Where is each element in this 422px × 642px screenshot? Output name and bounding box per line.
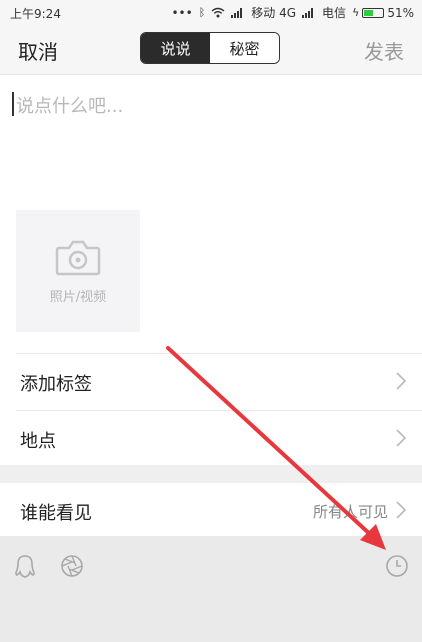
location-label: 地点 — [20, 431, 56, 452]
carrier-1-label: 移动 4G — [251, 6, 297, 20]
aperture-icon[interactable] — [60, 554, 84, 578]
status-icons: ••• ᛒ 移动 4G 电信 ϟ 51% — [171, 4, 414, 21]
camera-icon — [55, 240, 101, 275]
qq-penguin-icon[interactable] — [14, 554, 36, 580]
visibility-label: 谁能看见 — [20, 503, 92, 524]
clock-icon[interactable] — [385, 554, 409, 578]
battery-icon — [362, 7, 385, 18]
wifi-icon — [211, 7, 225, 18]
charging-icon: ϟ — [352, 6, 360, 19]
cancel-button[interactable]: 取消 — [18, 36, 58, 65]
add-tag-row[interactable]: 添加标签 — [0, 354, 422, 410]
chevron-right-icon — [396, 501, 406, 519]
battery-indicator: ϟ 51% — [352, 6, 414, 20]
add-tag-label: 添加标签 — [20, 374, 92, 395]
signal-icon — [302, 7, 316, 18]
visibility-row[interactable]: 谁能看见 所有人可见 — [0, 483, 422, 539]
bluetooth-icon: ᛒ — [198, 6, 206, 19]
photo-video-label: 照片/视频 — [49, 289, 107, 305]
bottom-toolbar — [0, 536, 422, 642]
status-bar: 上午9:24 ••• ᛒ 移动 4G 电信 ϟ 51% — [0, 0, 422, 26]
top-bar: 取消 说说 秘密 发表 — [0, 26, 422, 75]
text-cursor — [12, 92, 14, 116]
status-time: 上午9:24 — [10, 7, 61, 21]
section-gap — [0, 465, 422, 485]
signal-icon — [231, 7, 245, 18]
location-row[interactable]: 地点 — [0, 411, 422, 467]
publish-button[interactable]: 发表 — [364, 36, 404, 65]
chevron-right-icon — [396, 372, 406, 390]
visibility-value: 所有人可见 — [312, 503, 388, 521]
tab-secret[interactable]: 秘密 — [210, 33, 279, 63]
dots-icon: ••• — [171, 5, 193, 20]
tab-shuoshuo[interactable]: 说说 — [141, 33, 210, 63]
chevron-right-icon — [396, 429, 406, 447]
carrier-2-label: 电信 — [322, 6, 347, 20]
battery-percent: 51% — [387, 5, 414, 20]
add-photo-video-button[interactable]: 照片/视频 — [16, 210, 140, 332]
compose-input[interactable]: 说点什么吧... — [16, 92, 123, 118]
mode-switch: 说说 秘密 — [140, 32, 280, 64]
